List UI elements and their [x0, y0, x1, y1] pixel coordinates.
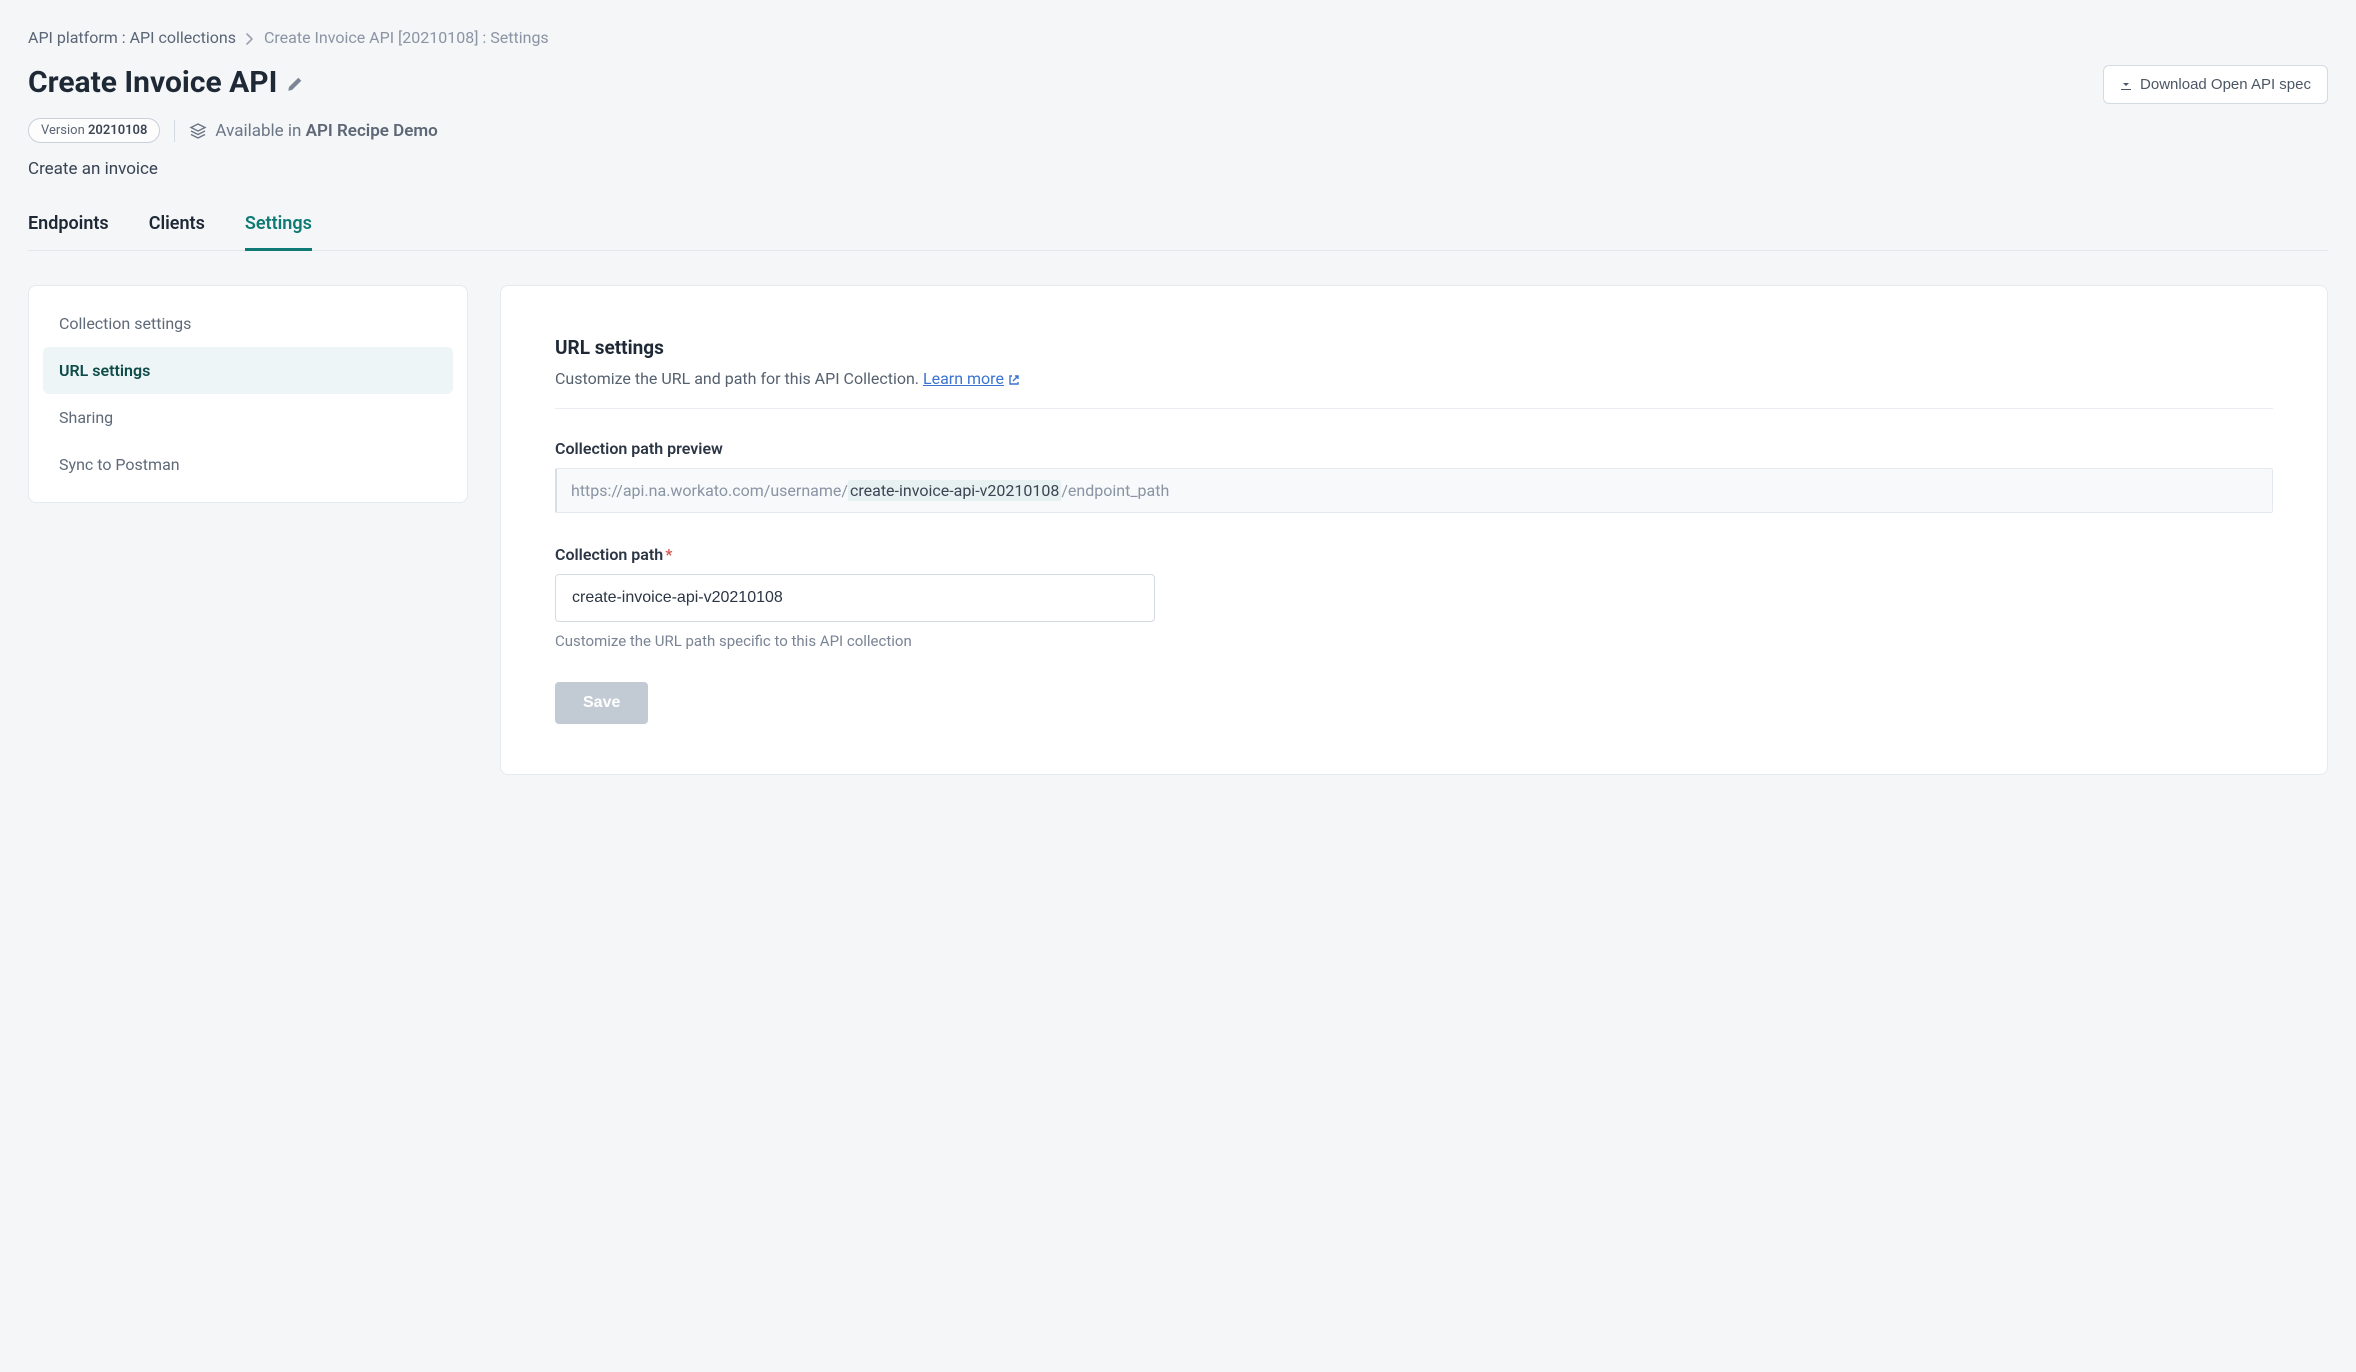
- url-settings-panel: URL settings Customize the URL and path …: [500, 285, 2328, 775]
- external-link-icon: [1008, 369, 1020, 388]
- download-openapi-button[interactable]: Download Open API spec: [2103, 65, 2328, 104]
- collection-description: Create an invoice: [28, 159, 2328, 179]
- settings-sidebar: Collection settings URL settings Sharing…: [28, 285, 468, 503]
- sidebar-item-sharing[interactable]: Sharing: [43, 394, 453, 441]
- breadcrumb-current: Create Invoice API [20210108] : Settings: [264, 28, 549, 47]
- layers-icon: [189, 121, 207, 141]
- download-icon: [2120, 76, 2132, 93]
- breadcrumb: API platform : API collections Create In…: [28, 28, 2328, 47]
- sidebar-item-sync-to-postman[interactable]: Sync to Postman: [43, 441, 453, 488]
- version-badge: Version 20210108: [28, 118, 160, 143]
- collection-path-label: Collection path*: [555, 545, 2273, 564]
- download-openapi-label: Download Open API spec: [2140, 76, 2311, 93]
- learn-more-link[interactable]: Learn more: [923, 369, 1020, 388]
- edit-icon[interactable]: [287, 73, 303, 91]
- breadcrumb-root[interactable]: API platform : API collections: [28, 28, 236, 47]
- preview-label: Collection path preview: [555, 439, 2273, 458]
- tab-settings[interactable]: Settings: [245, 213, 312, 251]
- divider: [555, 408, 2273, 409]
- section-title: URL settings: [555, 336, 2273, 359]
- section-description: Customize the URL and path for this API …: [555, 369, 2273, 388]
- save-button[interactable]: Save: [555, 682, 648, 724]
- tabs: Endpoints Clients Settings: [28, 213, 2328, 251]
- available-in: Available in API Recipe Demo: [189, 121, 437, 141]
- collection-path-help: Customize the URL path specific to this …: [555, 632, 2273, 650]
- divider: [174, 120, 175, 142]
- page-title: Create Invoice API: [28, 65, 277, 100]
- sidebar-item-url-settings[interactable]: URL settings: [43, 347, 453, 394]
- sidebar-item-collection-settings[interactable]: Collection settings: [43, 300, 453, 347]
- tab-clients[interactable]: Clients: [149, 213, 205, 251]
- chevron-right-icon: [246, 28, 254, 47]
- tab-endpoints[interactable]: Endpoints: [28, 213, 109, 251]
- collection-path-preview: https://api.na.workato.com/username/crea…: [555, 468, 2273, 513]
- collection-path-input[interactable]: [555, 574, 1155, 622]
